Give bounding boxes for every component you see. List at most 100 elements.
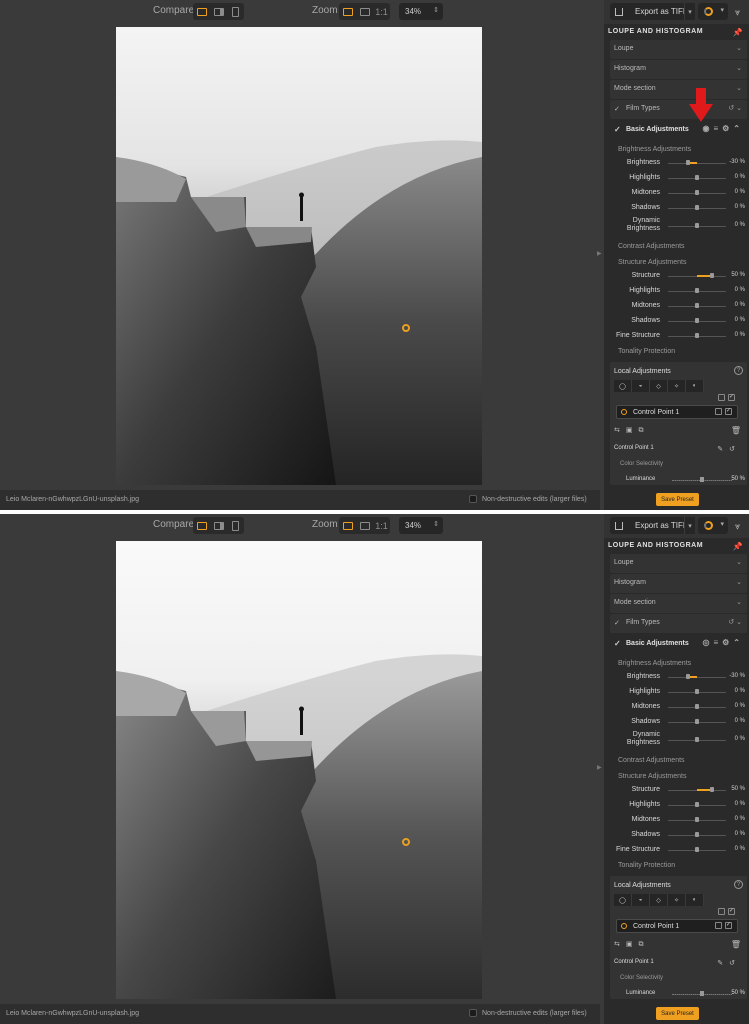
tag-tool[interactable]: ◇ — [650, 380, 668, 392]
trash-icon[interactable]: 🗑 — [731, 940, 741, 949]
histogram-row[interactable]: Histogram ⌄ — [610, 574, 747, 593]
local-action-icons[interactable]: ⇆▣⧉ — [614, 940, 649, 949]
slider-thumb[interactable] — [695, 288, 699, 293]
slider-thumb[interactable] — [700, 991, 704, 996]
compare-side-button[interactable] — [227, 3, 244, 20]
slider-row[interactable]: Fine Structure 0 % — [610, 330, 747, 344]
filter-select[interactable]: ▾ — [698, 517, 728, 534]
compare-single-button[interactable] — [193, 517, 210, 534]
help-icon[interactable]: ? — [734, 880, 743, 889]
collapse-sidebar-icon[interactable]: ▶ — [597, 250, 602, 257]
control-point-marker[interactable] — [402, 838, 410, 846]
slider-thumb[interactable] — [695, 719, 699, 724]
slider-thumb[interactable] — [695, 817, 699, 822]
image-canvas[interactable] — [0, 538, 596, 1004]
check-icon[interactable]: ✓ — [614, 619, 620, 627]
zoom-select[interactable]: 34% ⇕ — [399, 3, 443, 20]
mode-section-row[interactable]: Mode section ⌄ — [610, 594, 747, 613]
export-button[interactable]: Export as TIFF — [610, 517, 693, 534]
zoom-one-to-one-button[interactable]: 1:1 — [373, 3, 390, 20]
slider-row[interactable]: Highlights 0 % — [610, 285, 747, 299]
basic-adjustments-header[interactable]: ✓ Basic Adjustments ◎≡⚙⌃ — [610, 635, 747, 653]
filter-select[interactable]: ▾ — [698, 3, 728, 20]
non-destructive-checkbox[interactable] — [469, 1009, 477, 1017]
slider-row[interactable]: Midtones 0 % — [610, 814, 747, 828]
check-icon[interactable]: ✓ — [614, 125, 621, 134]
slider-thumb[interactable] — [695, 205, 699, 210]
check-toggle-icon[interactable]: ✓ — [728, 394, 735, 401]
check-toggle-icon[interactable]: ✓ — [725, 408, 732, 415]
slider-thumb[interactable] — [695, 737, 699, 742]
slider-row[interactable]: Highlights 0 % — [610, 799, 747, 813]
menu-icon[interactable]: ⩔ — [735, 7, 740, 18]
zoom-select[interactable]: 34% ⇕ — [399, 517, 443, 534]
slider-row[interactable]: Structure 50 % — [610, 270, 747, 284]
brightness-adjustments-head[interactable]: Brightness Adjustments — [618, 660, 691, 667]
slider-row[interactable]: Midtones 0 % — [610, 300, 747, 314]
slider-row[interactable]: Shadows 0 % — [610, 315, 747, 329]
save-preset-button[interactable]: Save Preset — [656, 1007, 699, 1020]
slider-thumb[interactable] — [700, 477, 704, 482]
non-destructive-checkbox[interactable] — [469, 495, 477, 503]
color-selectivity-label[interactable]: Color Selectivity — [620, 975, 663, 981]
slider-row[interactable]: Highlights 0 % — [610, 172, 747, 186]
structure-adjustments-head[interactable]: Structure Adjustments — [618, 259, 686, 266]
slider-thumb[interactable] — [695, 847, 699, 852]
pin-icon[interactable]: 📌 — [733, 542, 743, 551]
pen-reset-icons[interactable]: ✎↺ — [717, 959, 741, 967]
compare-single-button[interactable] — [193, 3, 210, 20]
slider-thumb[interactable] — [695, 190, 699, 195]
luminosity-tool[interactable]: ◐ — [686, 380, 704, 392]
basic-adjustments-icons[interactable]: ◎≡⚙⌃ — [702, 638, 744, 647]
check-toggle-icon[interactable]: ✓ — [725, 922, 732, 929]
square-toggle-icon[interactable] — [718, 908, 725, 915]
slider-thumb[interactable] — [695, 303, 699, 308]
check-toggle-icon[interactable]: ✓ — [728, 908, 735, 915]
slider-thumb[interactable] — [709, 787, 714, 792]
brightness-adjustments-head[interactable]: Brightness Adjustments — [618, 146, 691, 153]
contrast-adjustments-head[interactable]: Contrast Adjustments — [618, 243, 685, 250]
brush-tool[interactable]: ◒ — [632, 894, 650, 906]
zoom-fill-button[interactable] — [356, 517, 373, 534]
slider-thumb[interactable] — [709, 273, 714, 278]
menu-icon[interactable]: ⩔ — [735, 521, 740, 532]
structure-adjustments-head[interactable]: Structure Adjustments — [618, 773, 686, 780]
loupe-row[interactable]: Loupe ⌄ — [610, 554, 747, 573]
slider-thumb[interactable] — [695, 704, 699, 709]
film-types-row[interactable]: ✓ Film Types ↺ ⌄ — [610, 614, 747, 633]
slider-row[interactable]: Dynamic Brightness 0 % — [610, 217, 747, 234]
compare-split-button[interactable] — [210, 517, 227, 534]
check-icon[interactable]: ✓ — [614, 639, 621, 648]
zoom-fill-button[interactable] — [356, 3, 373, 20]
export-dropdown[interactable]: ▾ — [684, 3, 695, 20]
slider-track[interactable] — [668, 677, 726, 678]
control-point-marker[interactable] — [402, 324, 410, 332]
slider-row[interactable]: Fine Structure 0 % — [610, 844, 747, 858]
slider-row[interactable]: Brightness -30 % — [610, 157, 747, 171]
slider-row[interactable]: Shadows 0 % — [610, 716, 747, 730]
image-canvas[interactable] — [0, 24, 596, 490]
loupe-row[interactable]: Loupe ⌄ — [610, 40, 747, 59]
color-selectivity-label[interactable]: Color Selectivity — [620, 461, 663, 467]
control-point-list-item[interactable]: Control Point 1 ✓ — [616, 919, 738, 933]
slider-thumb[interactable] — [695, 223, 699, 228]
compare-side-button[interactable] — [227, 517, 244, 534]
square-toggle-icon[interactable] — [715, 408, 722, 415]
gradient-tool[interactable]: ✧ — [668, 894, 686, 906]
basic-adjustments-icons[interactable]: ◉≡⚙⌃ — [702, 124, 744, 133]
slider-row[interactable]: Shadows 0 % — [610, 202, 747, 216]
slider-row[interactable]: Highlights 0 % — [610, 686, 747, 700]
tonality-protection-head[interactable]: Tonality Protection — [618, 348, 675, 355]
luminosity-tool[interactable]: ◐ — [686, 894, 704, 906]
slider-track[interactable] — [668, 163, 726, 164]
slider-thumb[interactable] — [695, 689, 699, 694]
reset-chevron-icon[interactable]: ↺ ⌄ — [728, 104, 742, 112]
slider-thumb[interactable] — [695, 832, 699, 837]
slider-thumb[interactable] — [695, 802, 699, 807]
tag-tool[interactable]: ◇ — [650, 894, 668, 906]
slider-thumb[interactable] — [695, 318, 699, 323]
local-action-icons[interactable]: ⇆▣⧉ — [614, 426, 649, 435]
slider-row[interactable]: Structure 50 % — [610, 784, 747, 798]
check-icon[interactable]: ✓ — [614, 105, 620, 113]
control-point-list-item[interactable]: Control Point 1 ✓ — [616, 405, 738, 419]
